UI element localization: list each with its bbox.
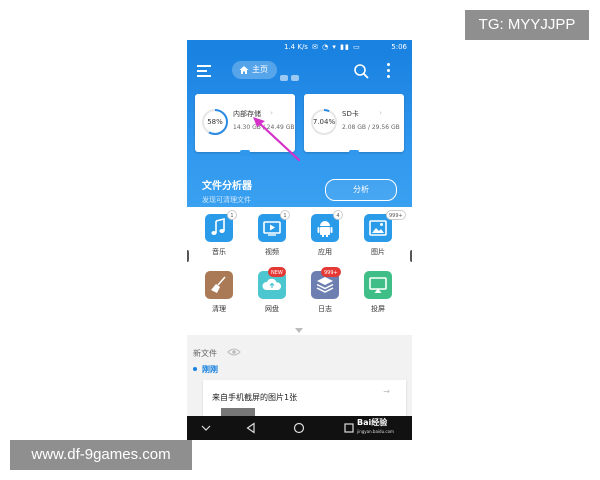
sd-card-storage-card[interactable]: 7.04% SD卡 › 2.08 GB / 29.56 GB xyxy=(304,94,404,154)
card-notch xyxy=(349,150,359,154)
sd-card-title: SD卡 xyxy=(342,110,359,118)
expand-chevron-icon[interactable] xyxy=(295,328,303,333)
eye-icon[interactable] xyxy=(227,347,241,357)
search-icon[interactable] xyxy=(353,63,369,79)
section-just-now: 刚刚 xyxy=(202,365,218,374)
left-edge-handle[interactable] xyxy=(187,250,189,262)
app-header: 主页 58% 内部存储 › 14.30 GB / 24.49 GB xyxy=(187,54,412,207)
category-label: 视频 xyxy=(265,248,279,256)
recent-files-heading: 新文件 xyxy=(193,349,217,358)
category-grid: 1 音乐 1 视频 4 应用 999+ 图片 清理 NEW 网盘 999+ 日志… xyxy=(187,207,412,335)
count-badge: 999+ xyxy=(321,267,341,277)
system-nav-bar: Bai经验 jingyan.baidu.com xyxy=(187,416,412,440)
home-tab-label: 主页 xyxy=(252,65,268,74)
sd-card-size: 2.08 GB / 29.56 GB xyxy=(342,124,400,131)
broom-icon xyxy=(211,276,226,293)
category-cast[interactable]: 投屏 xyxy=(358,264,398,318)
annotation-arrow-icon xyxy=(253,117,301,162)
home-tab[interactable]: 主页 xyxy=(232,61,277,79)
menu-icon[interactable] xyxy=(197,65,211,77)
category-label: 清理 xyxy=(212,305,226,313)
cast-icon xyxy=(369,277,387,293)
category-music[interactable]: 1 音乐 xyxy=(199,207,239,261)
analyze-button[interactable]: 分析 xyxy=(325,179,397,201)
count-badge: 999+ xyxy=(386,210,406,220)
chevron-right-icon: › xyxy=(379,109,382,117)
count-badge: 1 xyxy=(280,210,290,220)
category-label: 图片 xyxy=(371,248,385,256)
category-apps[interactable]: 4 应用 xyxy=(305,207,345,261)
tile xyxy=(205,271,233,299)
back-icon[interactable] xyxy=(245,422,257,434)
new-badge: NEW xyxy=(268,267,286,277)
category-label: 网盘 xyxy=(265,305,279,313)
count-badge: 4 xyxy=(333,210,343,220)
file-analyzer-subtitle: 发现可清理文件 xyxy=(202,196,251,204)
thumbnail[interactable] xyxy=(221,408,255,416)
recents-icon[interactable] xyxy=(343,422,355,434)
category-video[interactable]: 1 视频 xyxy=(252,207,292,261)
phone-screen: 1.4 K/s ✉ ◔ ▾ ▮▮ ▭ 5:06 主页 58% 内部存储 › 14… xyxy=(187,40,412,440)
chevron-down-icon[interactable] xyxy=(201,424,211,432)
category-label: 日志 xyxy=(318,305,332,313)
count-badge: 1 xyxy=(227,210,237,220)
category-images[interactable]: 999+ 图片 xyxy=(358,207,406,261)
arrow-right-icon: → xyxy=(383,387,390,396)
status-bar: 1.4 K/s ✉ ◔ ▾ ▮▮ ▭ 5:06 xyxy=(187,40,412,54)
file-analyzer-title: 文件分析器 xyxy=(202,181,252,192)
home-icon xyxy=(239,66,249,74)
category-log[interactable]: 999+ 日志 xyxy=(305,264,345,318)
baidu-jingyan-logo: Bai经验 xyxy=(357,418,388,427)
category-label: 音乐 xyxy=(212,248,226,256)
home-button-icon[interactable] xyxy=(293,422,305,434)
more-options-icon[interactable] xyxy=(384,63,392,79)
watermark-bottom: www.df-9games.com xyxy=(10,440,192,470)
tab-placeholders[interactable] xyxy=(280,66,302,81)
category-label: 应用 xyxy=(318,248,332,256)
recent-item-title: 来自手机截屏的图片1张 xyxy=(212,393,298,402)
status-time: 5:06 xyxy=(391,43,407,51)
category-label: 投屏 xyxy=(371,305,385,313)
network-speed: 1.4 K/s xyxy=(284,43,308,51)
watermark-top: TG: MYYJJPP xyxy=(465,10,589,40)
status-icons: ✉ ◔ ▾ ▮▮ ▭ xyxy=(312,43,361,51)
section-dot xyxy=(193,367,197,371)
right-edge-handle[interactable] xyxy=(410,250,412,262)
baidu-jingyan-url: jingyan.baidu.com xyxy=(357,429,394,434)
category-clean[interactable]: 清理 xyxy=(199,264,239,318)
sd-percent: 7.04% xyxy=(312,118,336,126)
tile xyxy=(364,271,392,299)
internal-percent: 58% xyxy=(207,118,223,126)
category-cloud[interactable]: NEW 网盘 xyxy=(252,264,292,318)
